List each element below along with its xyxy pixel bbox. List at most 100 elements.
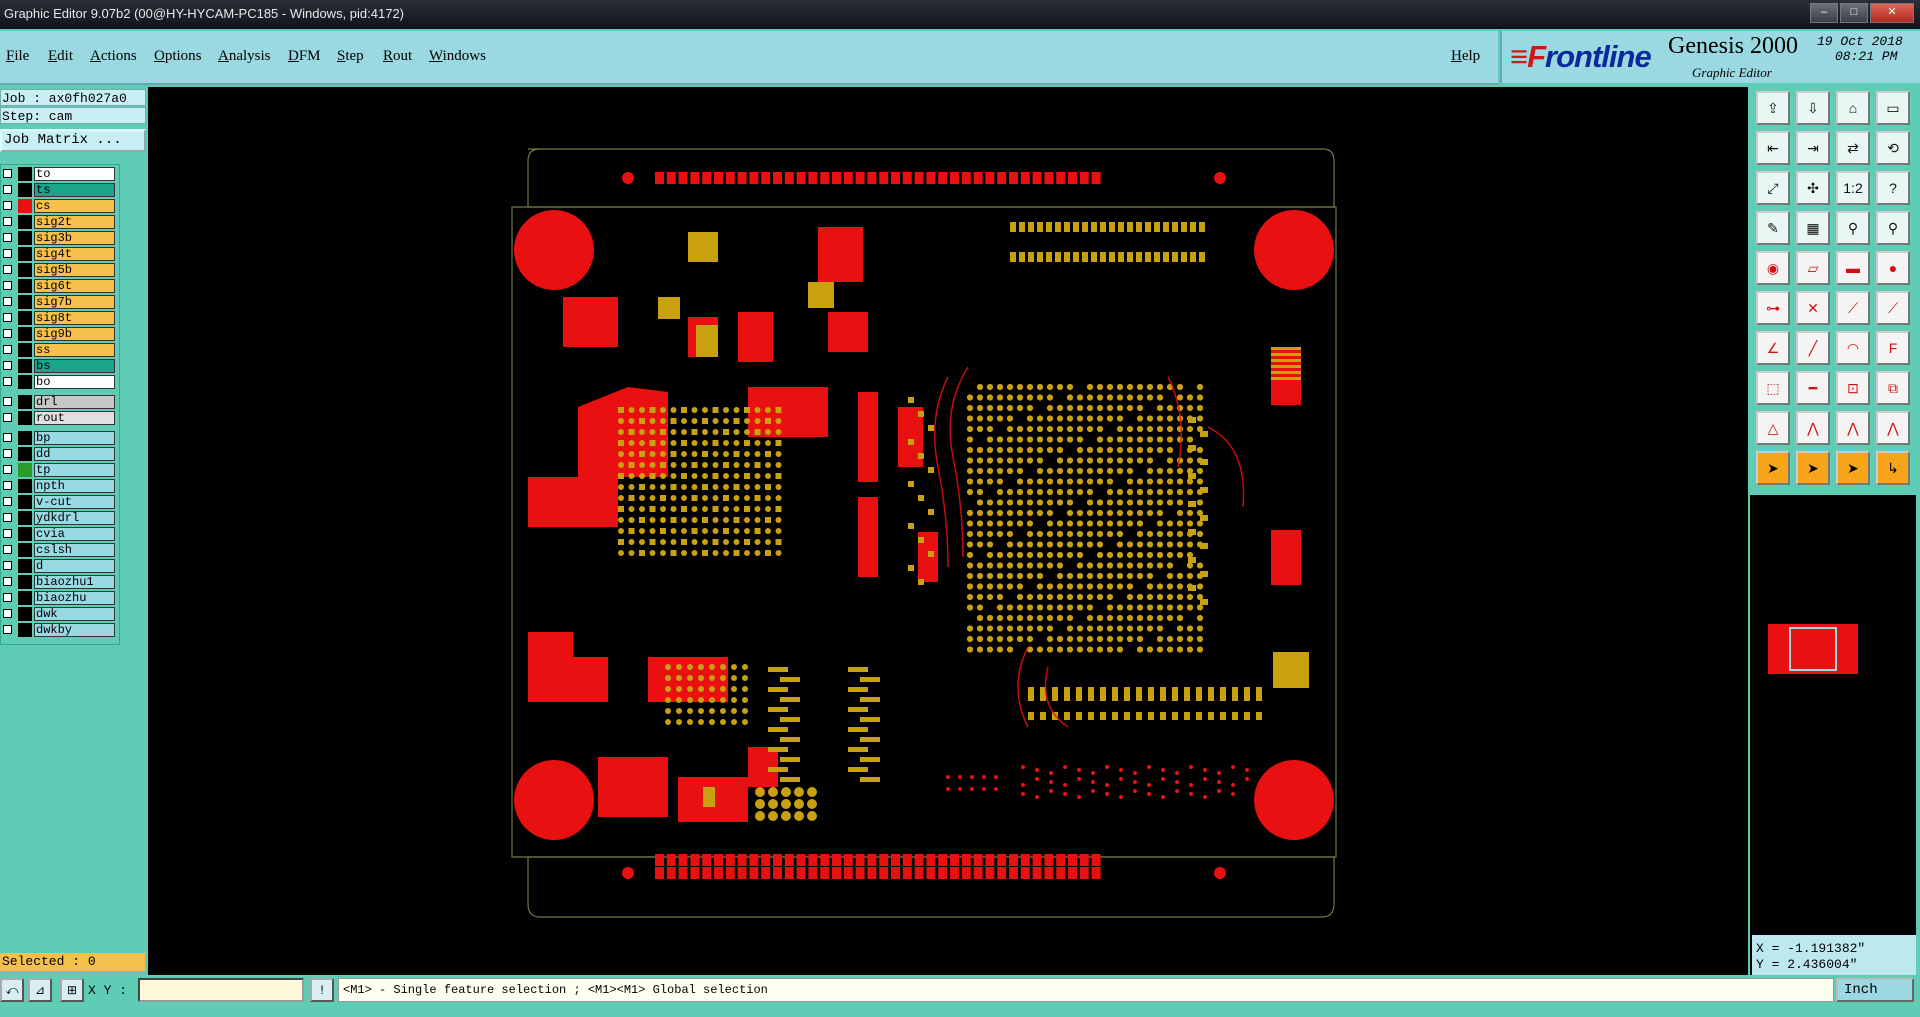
layer-name[interactable]: tp [34,463,115,477]
pan-right-icon[interactable]: ⇥ [1796,131,1830,165]
arch-icon[interactable]: ⋀ [1796,411,1830,445]
layer-color-swatch[interactable] [18,375,32,389]
menu-rout[interactable]: Rout [383,48,412,65]
job-matrix-button[interactable]: Job Matrix ... [0,129,146,152]
menu-edit[interactable]: Edit [48,48,73,65]
arc-icon[interactable]: ◠ [1836,331,1870,365]
layer-color-swatch[interactable] [18,527,32,541]
layer-row-cvia[interactable]: cvia [1,527,119,541]
layer-row-dwk[interactable]: dwk [1,607,119,621]
layer-color-swatch[interactable] [18,543,32,557]
layer-checkbox[interactable] [3,329,12,338]
zoom-center-icon[interactable]: ✣ [1796,171,1830,205]
layer-color-swatch[interactable] [18,479,32,493]
menu-analysis[interactable]: Analysis [218,48,271,65]
layer-row-ss[interactable]: ss [1,343,119,357]
layer-color-swatch[interactable] [18,591,32,605]
select-arrow2-icon[interactable]: ➤ [1796,451,1830,485]
layer-name[interactable]: bs [34,359,115,373]
layer-color-swatch[interactable] [18,395,32,409]
edit-shape-icon[interactable]: ▱ [1796,251,1830,285]
arch2-icon[interactable]: ⋀ [1836,411,1870,445]
layer-color-swatch[interactable] [18,447,32,461]
layer-color-swatch[interactable] [18,607,32,621]
dual-icon[interactable]: ⧉ [1876,371,1910,405]
layer-name[interactable]: ss [34,343,115,357]
zoom-fit-icon[interactable]: ⤢ [1756,171,1790,205]
overview-map[interactable] [1768,624,1858,674]
layer-checkbox[interactable] [3,361,12,370]
layer-color-swatch[interactable] [18,431,32,445]
layer-row-biaozhu[interactable]: biaozhu [1,591,119,605]
minus-icon[interactable]: ━ [1796,371,1830,405]
layer-checkbox[interactable] [3,201,12,210]
layer-checkbox[interactable] [3,413,12,422]
layer-checkbox[interactable] [3,185,12,194]
layer-name[interactable]: cslsh [34,543,115,557]
bracket-icon[interactable]: ⊡ [1836,371,1870,405]
select-arrow-icon[interactable]: ➤ [1756,451,1790,485]
minimize-button[interactable]: ‒ [1810,3,1838,23]
layer-row-ts[interactable]: ts [1,183,119,197]
menu-help[interactable]: Help [1451,48,1480,65]
layer-name[interactable]: sig4t [34,247,115,261]
triangle-icon[interactable]: △ [1756,411,1790,445]
layer-checkbox[interactable] [3,217,12,226]
maximize-button[interactable]: □ [1840,3,1868,23]
menu-file[interactable]: File [6,48,29,65]
layer-row-sig2t[interactable]: sig2t [1,215,119,229]
grid-snap-icon[interactable]: ⊞ [60,978,84,1002]
layer-name[interactable]: sig3b [34,231,115,245]
layer-row-biaozhu1[interactable]: biaozhu1 [1,575,119,589]
snap-red-icon[interactable]: ⚲ [1836,211,1870,245]
layer-row-dwkby[interactable]: dwkby [1,623,119,637]
layer-name[interactable]: biaozhu1 [34,575,115,589]
layer-color-swatch[interactable] [18,183,32,197]
layer-name[interactable]: sig2t [34,215,115,229]
help-icon[interactable]: ? [1876,171,1910,205]
layer-row-d[interactable]: d [1,559,119,573]
layer-name[interactable]: sig6t [34,279,115,293]
layer-row-sig5b[interactable]: sig5b [1,263,119,277]
layer-color-swatch[interactable] [18,495,32,509]
layer-row-bo[interactable]: bo [1,375,119,389]
layer-name[interactable]: d [34,559,115,573]
layer-name[interactable]: ydkdrl [34,511,115,525]
layer-row-sig8t[interactable]: sig8t [1,311,119,325]
layer-checkbox[interactable] [3,481,12,490]
graphic-canvas[interactable] [148,87,1748,975]
layer-checkbox[interactable] [3,265,12,274]
layer-checkbox[interactable] [3,169,12,178]
layer-color-swatch[interactable] [18,343,32,357]
layer-row-v-cut[interactable]: v-cut [1,495,119,509]
layer-name[interactable]: bp [34,431,115,445]
layer-color-swatch[interactable] [18,215,32,229]
pan-left-icon[interactable]: ⇤ [1756,131,1790,165]
layer-row-npth[interactable]: npth [1,479,119,493]
layer-name[interactable]: dwk [34,607,115,621]
layer-color-swatch[interactable] [18,279,32,293]
diagonal-icon[interactable]: ╱ [1796,331,1830,365]
snap-red2-icon[interactable]: ⚲ [1876,211,1910,245]
select-net-icon[interactable]: ↳ [1876,451,1910,485]
layer-row-ydkdrl[interactable]: ydkdrl [1,511,119,525]
layer-checkbox[interactable] [3,313,12,322]
unit-selector[interactable]: Inch [1836,978,1914,1002]
text-icon[interactable]: F [1876,331,1910,365]
layer-checkbox[interactable] [3,345,12,354]
angle-icon[interactable]: ∠ [1756,331,1790,365]
layer-name[interactable]: sig7b [34,295,115,309]
layer-color-swatch[interactable] [18,311,32,325]
slash-icon[interactable]: ⟋ [1876,291,1910,325]
menu-windows[interactable]: Windows [429,48,486,65]
menu-actions[interactable]: Actions [90,48,137,65]
layer-row-to[interactable]: to [1,167,119,181]
layer-row-bp[interactable]: bp [1,431,119,445]
layer-name[interactable]: to [34,167,115,181]
layer-name[interactable]: v-cut [34,495,115,509]
layer-checkbox[interactable] [3,529,12,538]
close-button[interactable]: ✕ [1870,3,1914,23]
layer-color-swatch[interactable] [18,623,32,637]
layer-checkbox[interactable] [3,577,12,586]
menu-dfm[interactable]: DFM [288,48,321,65]
